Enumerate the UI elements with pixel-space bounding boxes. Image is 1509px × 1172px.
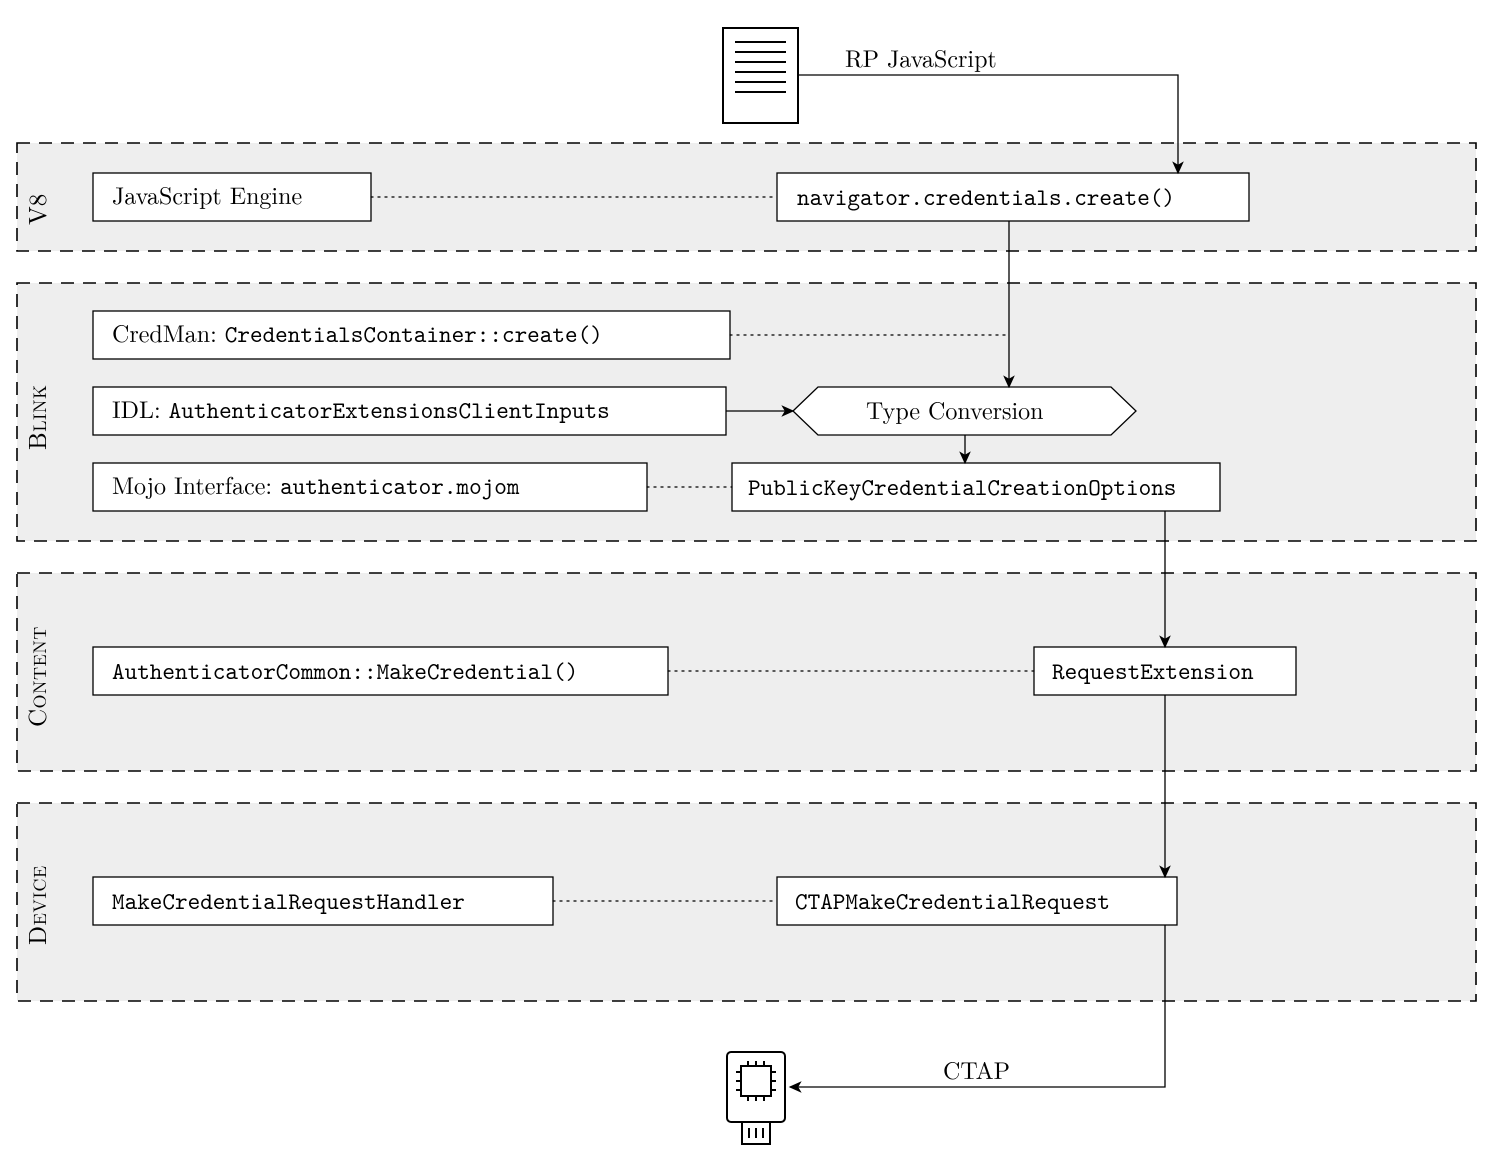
idl-box: IDL: AuthenticatorExtensionsClientInputs [112,391,610,426]
layer-content-title: Content [19,626,54,727]
layer-v8-title: V8 [19,194,54,225]
layer-blink-title: Blink [19,385,54,450]
top-label: RP JavaScript [845,40,997,74]
typeconv-box: Type Conversion [866,392,1044,426]
bottom-label: CTAP [943,1052,1010,1086]
v8-left-box: JavaScript Engine [112,177,302,211]
layer-device: Device MakeCredentialRequestHandler CTAP… [17,803,1476,1001]
credman-box: CredMan: CredentialsContainer::create() [112,315,603,350]
v8-right-box: navigator.credentials.create() [797,181,1175,213]
content-left-box: AuthenticatorCommon::MakeCredential() [112,655,578,687]
mojo-box: Mojo Interface: authenticator.mojom [112,467,520,502]
layer-blink: Blink CredMan: CredentialsContainer::cre… [17,283,1476,541]
content-right-box: RequestExtension [1052,655,1254,687]
layer-v8: V8 JavaScript Engine navigator.credentia… [17,143,1476,251]
layer-device-title: Device [19,865,54,945]
layer-content: Content AuthenticatorCommon::MakeCredent… [17,573,1476,771]
diagram-canvas: V8 JavaScript Engine navigator.credentia… [0,0,1509,1172]
chip-icon [727,1052,785,1144]
device-right-box: CTAPMakeCredentialRequest [795,885,1110,917]
pkcc-box: PublicKeyCredentialCreationOptions [748,471,1176,503]
document-icon [723,28,798,123]
device-left-box: MakeCredentialRequestHandler [112,885,465,917]
